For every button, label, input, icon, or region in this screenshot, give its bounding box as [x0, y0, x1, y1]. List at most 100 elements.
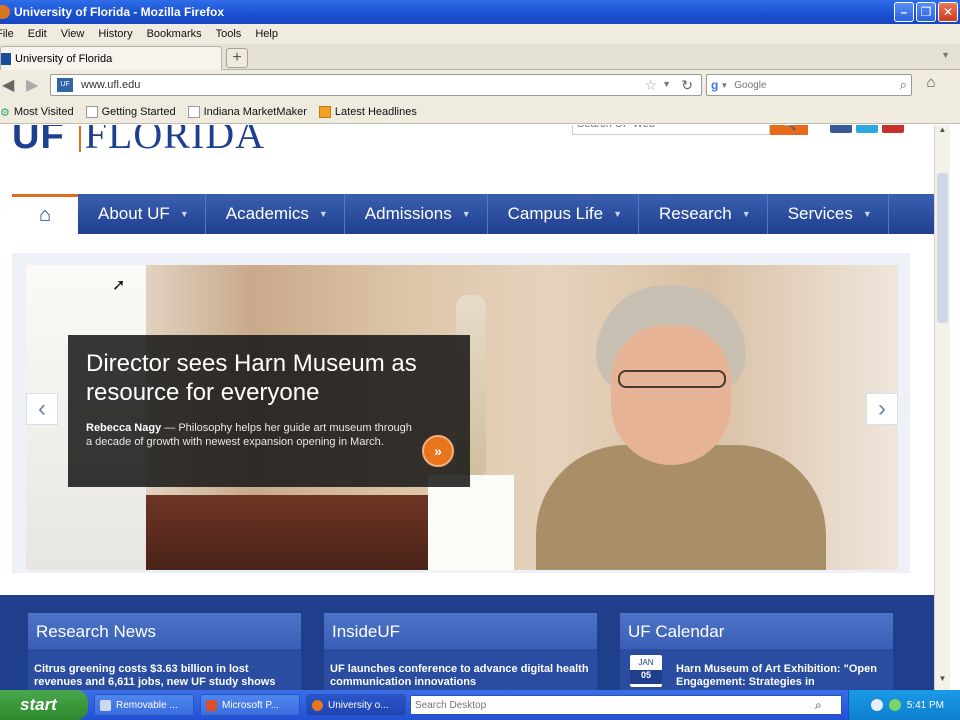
- bookmark-indiana-marketmaker[interactable]: Indiana MarketMaker: [187, 105, 307, 118]
- site-identity-icon[interactable]: UF: [57, 78, 73, 92]
- nav-services[interactable]: Services ▼: [768, 194, 889, 234]
- panel-title[interactable]: Research News: [28, 613, 301, 649]
- reload-icon[interactable]: ↻: [681, 77, 693, 94]
- calendar-day: 05: [630, 670, 662, 684]
- forward-arrow-icon[interactable]: ▶: [26, 75, 38, 95]
- firefox-icon: [0, 5, 10, 19]
- google-icon[interactable]: g: [711, 78, 718, 92]
- page-scrollbar[interactable]: ▲ ▼: [934, 125, 950, 690]
- scroll-up-icon[interactable]: ▲: [935, 125, 950, 141]
- nav-academics[interactable]: Academics ▼: [206, 194, 345, 234]
- hero-name: Rebecca Nagy: [86, 422, 162, 434]
- home-icon[interactable]: ⌂: [920, 74, 942, 96]
- nav-label: Services: [787, 204, 853, 223]
- menu-bar: File Edit View History Bookmarks Tools H…: [0, 24, 960, 44]
- menu-view[interactable]: View: [61, 28, 85, 40]
- site-search-button[interactable]: 🔍: [770, 125, 808, 135]
- scroll-down-icon[interactable]: ▼: [935, 674, 950, 690]
- bookmark-latest-headlines[interactable]: Latest Headlines: [318, 105, 417, 118]
- logo-text: FLORIDA: [84, 125, 265, 157]
- nav-admissions[interactable]: Admissions ▼: [345, 194, 488, 234]
- search-icon[interactable]: ⌕: [900, 77, 907, 93]
- task-label: Microsoft P...: [222, 699, 280, 711]
- panel-headline[interactable]: Citrus greening costs $3.63 billion in l…: [28, 649, 301, 689]
- read-more-button[interactable]: »: [422, 435, 454, 467]
- nav-label: Admissions: [364, 204, 452, 223]
- menu-tools[interactable]: Tools: [216, 28, 242, 40]
- search-engine-dropdown-icon[interactable]: ▼: [720, 81, 728, 90]
- youtube-icon[interactable]: [882, 125, 904, 133]
- task-label: Removable ...: [116, 699, 178, 711]
- address-bar[interactable]: UF ☆ ▼ ↻: [50, 74, 702, 96]
- nav-research[interactable]: Research ▼: [639, 194, 768, 234]
- panel-title[interactable]: InsideUF: [324, 613, 597, 649]
- chevron-down-icon: ▼: [179, 209, 189, 219]
- bookmark-most-visited[interactable]: ⚙ Most Visited: [0, 106, 74, 119]
- nav-label: Campus Life: [507, 204, 604, 223]
- panel-research-news: Research News Citrus greening costs $3.6…: [28, 613, 301, 690]
- task-microsoft[interactable]: Microsoft P...: [200, 694, 300, 716]
- minimize-button[interactable]: –: [894, 2, 914, 22]
- search-input[interactable]: [734, 79, 885, 91]
- search-icon[interactable]: ⌕: [815, 698, 822, 713]
- desktop-search-field[interactable]: ⌕: [410, 695, 842, 715]
- task-firefox[interactable]: University o...: [306, 694, 406, 716]
- tab-university-of-florida[interactable]: University of Florida: [0, 46, 222, 70]
- desktop-search-input[interactable]: [415, 699, 815, 711]
- chevron-down-icon: ▼: [461, 209, 471, 219]
- maximize-button[interactable]: ❐: [916, 2, 936, 22]
- hero-pedestal: [428, 475, 514, 570]
- person-face: [611, 325, 731, 465]
- slider-prev-button[interactable]: ‹: [26, 393, 58, 425]
- gear-icon: ⚙: [0, 106, 10, 119]
- bookmark-label: Latest Headlines: [334, 105, 417, 118]
- nav-campus-life[interactable]: Campus Life ▼: [488, 194, 639, 234]
- facebook-icon[interactable]: [830, 125, 852, 133]
- panel-headline[interactable]: UF launches conference to advance digita…: [324, 649, 597, 689]
- chevron-down-icon: ▼: [613, 209, 622, 219]
- security-icon[interactable]: [888, 699, 901, 711]
- hero-title[interactable]: Director sees Harn Museum as resource fo…: [86, 349, 452, 407]
- hero-text: Rebecca Nagy — Philosophy helps her guid…: [86, 421, 416, 449]
- bookmark-label: Indiana MarketMaker: [203, 105, 307, 118]
- calendar-month: JAN: [638, 658, 654, 667]
- menu-edit[interactable]: Edit: [28, 28, 47, 40]
- nav-home-button[interactable]: ⌂: [12, 194, 78, 234]
- search-bar[interactable]: g ▼ ⌕: [706, 74, 912, 96]
- close-button[interactable]: ✕: [938, 2, 958, 22]
- system-tray: 5:41 PM: [848, 690, 960, 720]
- slider-next-button[interactable]: ›: [866, 393, 898, 425]
- history-dropdown-icon[interactable]: ▼: [662, 79, 671, 89]
- bookmarks-toolbar: ⚙ Most Visited Getting Started Indiana M…: [0, 100, 960, 124]
- url-input[interactable]: [81, 79, 621, 91]
- web-page: UF FLORIDA 🔍 ⌂ About UF ▼ Academics ▼ Admis…: [0, 125, 934, 690]
- panel-title[interactable]: UF Calendar: [620, 613, 893, 649]
- new-tab-button[interactable]: +: [226, 48, 248, 68]
- windows-taskbar: start Removable ... Microsoft P... Unive…: [0, 690, 960, 720]
- task-label: University o...: [328, 699, 389, 711]
- clock[interactable]: 5:41 PM: [907, 700, 944, 711]
- bookmark-getting-started[interactable]: Getting Started: [85, 105, 176, 118]
- network-icon[interactable]: [870, 699, 883, 711]
- twitter-icon[interactable]: [856, 125, 878, 133]
- site-search-field[interactable]: [572, 125, 770, 135]
- tab-label: University of Florida: [15, 52, 113, 65]
- window-titlebar: University of Florida - Mozilla Firefox …: [0, 0, 960, 24]
- back-arrow-icon[interactable]: ◀: [2, 75, 14, 95]
- bookmark-star-icon[interactable]: ☆: [644, 77, 657, 94]
- tab-list-icon[interactable]: ▼: [941, 50, 950, 60]
- task-removable[interactable]: Removable ...: [94, 694, 194, 716]
- start-label: start: [20, 695, 57, 714]
- menu-bookmarks[interactable]: Bookmarks: [147, 28, 202, 40]
- uf-logo[interactable]: UF FLORIDA: [12, 125, 265, 158]
- site-search-input[interactable]: [577, 125, 767, 130]
- menu-file[interactable]: File: [0, 28, 14, 40]
- menu-history[interactable]: History: [98, 28, 132, 40]
- scroll-thumb[interactable]: [937, 173, 948, 323]
- nav-label: Research: [659, 204, 732, 223]
- person-glasses: [618, 370, 726, 388]
- nav-about-uf[interactable]: About UF ▼: [78, 194, 206, 234]
- nav-label: Academics: [225, 204, 309, 223]
- menu-help[interactable]: Help: [255, 28, 278, 40]
- start-button[interactable]: start: [0, 690, 88, 720]
